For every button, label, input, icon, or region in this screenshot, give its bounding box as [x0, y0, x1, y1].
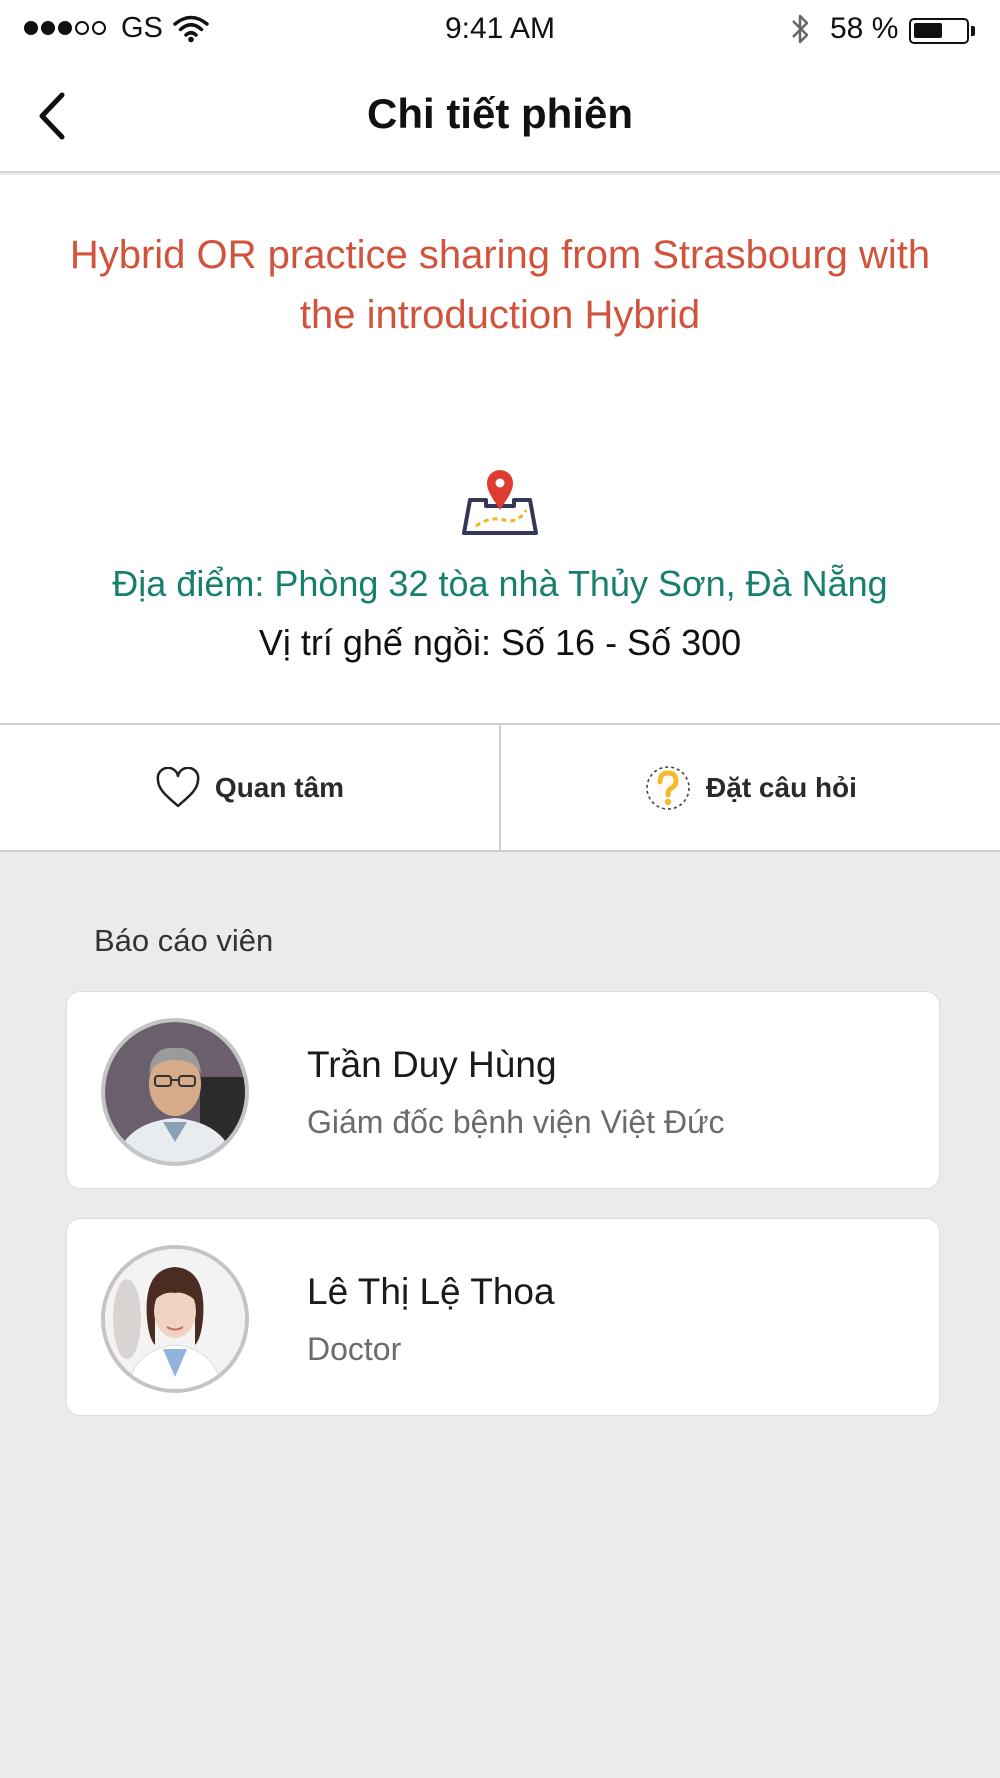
heart-outline-icon: [156, 766, 200, 807]
battery-icon: [909, 18, 969, 44]
speaker-role: Doctor: [307, 1331, 402, 1367]
action-bar: Quan tâm Đặt câu hỏi: [0, 725, 1000, 852]
interest-label: Quan tâm: [214, 771, 345, 803]
battery-level: [914, 23, 942, 38]
bluetooth-icon: [788, 12, 814, 51]
speaker-card[interactable]: Lê Thị Lệ Thoa Doctor: [66, 1218, 940, 1416]
session-info: Hybrid OR practice sharing from Strasbou…: [0, 175, 1000, 725]
page-title: Chi tiết phiên: [367, 90, 633, 137]
session-title: Hybrid OR practice sharing from Strasbou…: [69, 233, 931, 337]
ask-question-button[interactable]: Đặt câu hỏi: [499, 725, 1000, 850]
question-icon: [646, 765, 690, 810]
status-bar: GS 9:41 AM 58 %: [0, 0, 1000, 60]
speaker-name: Lê Thị Lệ Thoa: [307, 1271, 555, 1312]
nav-bar: Chi tiết phiên: [0, 60, 1000, 173]
battery-percent: 58 %: [830, 12, 899, 45]
battery-tip: [971, 26, 975, 36]
speakers-section-label: Báo cáo viên: [94, 923, 274, 958]
speaker-card[interactable]: Trần Duy Hùng Giám đốc bệnh viện Việt Đứ…: [66, 991, 940, 1189]
seat-text: Vị trí ghế ngồi: Số 16 - Số 300: [258, 622, 742, 663]
speaker-name: Trần Duy Hùng: [307, 1044, 557, 1085]
avatar: [101, 1018, 249, 1166]
map-pin-icon: [460, 460, 540, 545]
question-label: Đặt câu hỏi: [706, 771, 857, 803]
speaker-role: Giám đốc bệnh viện Việt Đức: [307, 1104, 725, 1140]
location-text: Địa điểm: Phòng 32 tòa nhà Thủy Sơn, Đà …: [112, 563, 888, 604]
avatar: [101, 1245, 249, 1393]
interest-button[interactable]: Quan tâm: [0, 725, 499, 850]
